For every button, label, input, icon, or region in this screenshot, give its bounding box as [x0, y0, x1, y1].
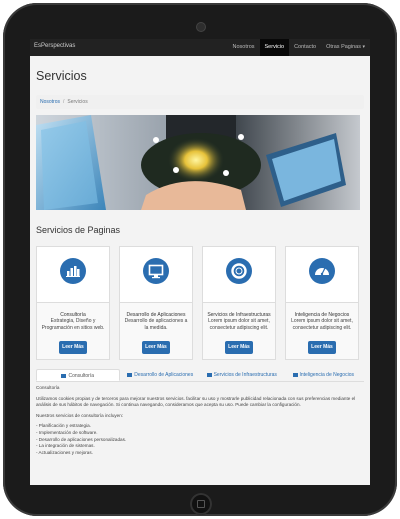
service-tabs: Consultoría Desarrollo de Aplicaciones S… — [36, 369, 364, 382]
navbar: EsPerspectivas Nosotros Servicio Contact… — [30, 39, 370, 56]
list-item: - La integración de sistemas. — [36, 443, 95, 449]
lifebuoy-icon — [226, 258, 252, 284]
card-icon-area — [37, 247, 109, 303]
tab-heading: Consultoría — [36, 385, 60, 390]
page-title: Servicios — [36, 69, 87, 83]
card-text: Lorem ipsum dolor sit amet, consectetur … — [208, 318, 270, 331]
hero-image — [36, 115, 360, 210]
brand-logo[interactable]: EsPerspectivas — [34, 43, 75, 49]
breadcrumb-current: Servicios — [67, 99, 88, 105]
home-button[interactable] — [190, 493, 212, 515]
tab-consultoria[interactable]: Consultoría — [36, 369, 120, 381]
nav-item-contacto[interactable]: Contacto — [289, 39, 321, 56]
service-card-infraestructuras: Servicios de Infraestructuras Lorem ipsu… — [202, 246, 276, 360]
list-item: - Desarrollo de aplicaciones personaliza… — [36, 436, 127, 442]
card-text: Lorem ipsum dolor sit amet, consectetur … — [291, 318, 353, 331]
tab-content: Consultoría Utilizamos cookies propias y… — [36, 385, 364, 456]
monitor-icon — [143, 258, 169, 284]
list-item: - Planificación y estrategia. — [36, 423, 91, 429]
breadcrumb-home-link[interactable]: Nosotros — [40, 99, 60, 105]
page-header: Servicios — [30, 56, 370, 91]
card-text: Desarrollo de aplicaciones a la medida. — [124, 318, 188, 331]
dashboard-icon — [292, 372, 298, 377]
services-list: - Planificación y estrategia. - Implemen… — [36, 423, 364, 456]
list-item: - Actualizaciones y mejoras. — [36, 449, 93, 455]
screen: EsPerspectivas Nosotros Servicio Contact… — [30, 39, 370, 485]
read-more-button[interactable]: Leer Más — [308, 341, 336, 354]
card-icon-area — [120, 247, 192, 303]
service-card-inteligencia: Inteligencia de Negocios Lorem ipsum dol… — [285, 246, 359, 360]
read-more-button[interactable]: Leer Más — [59, 341, 87, 354]
tablet-frame: EsPerspectivas Nosotros Servicio Contact… — [0, 0, 400, 519]
section-title: Servicios de Paginas — [36, 225, 121, 235]
tab-list-intro: Nuestros servicios de consultoría incluy… — [36, 412, 124, 418]
nav-item-servicio[interactable]: Servicio — [259, 39, 290, 56]
dashboard-icon — [309, 258, 335, 284]
list-item: - Implementación de software. — [36, 429, 98, 435]
tab-inteligencia[interactable]: Inteligencia de Negocios — [283, 369, 365, 381]
card-text: Estrategia, Diseño y Programación en sit… — [41, 318, 105, 331]
camera-icon — [197, 23, 205, 31]
nav-item-nosotros[interactable]: Nosotros — [228, 39, 260, 56]
read-more-button[interactable]: Leer Más — [225, 341, 253, 354]
caret-down-icon: ▾ — [362, 44, 365, 50]
breadcrumb: Nosotros / Servicios — [36, 95, 364, 109]
tab-paragraph: Utilizamos cookies propias y de terceros… — [36, 395, 356, 408]
card-icon-area — [203, 247, 275, 303]
bar-chart-icon — [60, 258, 86, 284]
bar-chart-icon — [61, 373, 67, 378]
nav-menu: Nosotros Servicio Contacto Otras Paginas… — [228, 39, 371, 56]
hero-illustration — [36, 115, 360, 210]
read-more-button[interactable]: Leer Más — [142, 341, 170, 354]
service-card-consultoria: Consultoría Estrategia, Diseño y Program… — [36, 246, 110, 360]
nav-item-otras-paginas[interactable]: Otras Paginas ▾ — [321, 39, 370, 56]
card-icon-area — [286, 247, 358, 303]
breadcrumb-separator: / — [63, 99, 65, 105]
tab-infraestructuras[interactable]: Servicios de Infraestructuras — [201, 369, 283, 381]
lifebuoy-icon — [206, 372, 212, 377]
service-card-desarrollo: Desarrollo de Aplicaciones Desarrollo de… — [119, 246, 193, 360]
tab-desarrollo[interactable]: Desarrollo de Aplicaciones — [120, 369, 202, 381]
monitor-icon — [127, 372, 133, 377]
